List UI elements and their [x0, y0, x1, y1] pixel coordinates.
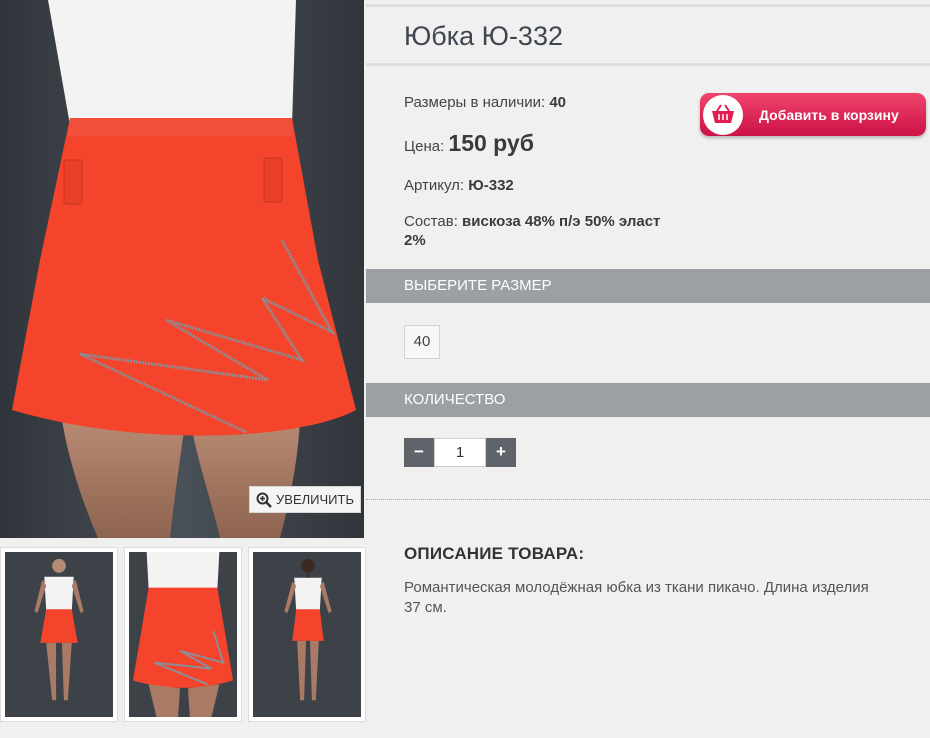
description-heading: ОПИСАНИЕ ТОВАРА: [404, 544, 585, 563]
basket-icon [703, 94, 743, 135]
quantity-input[interactable] [434, 438, 486, 467]
add-to-cart-button[interactable]: Добавить в корзину [700, 93, 926, 136]
thumbnail-front-full[interactable] [0, 547, 118, 722]
product-title-bar: Юбка Ю-332 [366, 4, 930, 66]
article-label: Артикул: [404, 177, 465, 194]
zoom-button[interactable]: УВЕЛИЧИТЬ [249, 486, 361, 513]
thumbnail-skirt-closeup[interactable] [124, 547, 242, 722]
sizes-available-value: 40 [549, 94, 566, 111]
thumbnail-image [129, 552, 237, 717]
zoom-in-icon [256, 492, 272, 508]
composition-label: Состав: [404, 213, 458, 230]
main-product-image[interactable]: УВЕЛИЧИТЬ [0, 0, 364, 538]
article-value: Ю-332 [468, 177, 514, 194]
composition-value-line1: вискоза 48% п/э 50% эласт [462, 213, 661, 230]
size-option-40[interactable]: 40 [404, 325, 440, 359]
composition: Состав: вискоза 48% п/э 50% эласт 2% [404, 212, 704, 250]
skirt-photo [0, 0, 364, 538]
divider [366, 499, 930, 500]
thumbnail-image [5, 552, 113, 717]
product-title: Юбка Ю-332 [404, 21, 563, 51]
composition-value-line2: 2% [404, 232, 426, 249]
zoom-label: УВЕЛИЧИТЬ [276, 492, 354, 507]
add-to-cart-label: Добавить в корзину [759, 106, 899, 123]
thumbnail-image [253, 552, 361, 717]
quantity-minus-button[interactable]: − [404, 438, 434, 467]
sizes-available-label: Размеры в наличии: [404, 94, 546, 111]
quantity-plus-button[interactable]: + [486, 438, 516, 467]
price-label: Цена: [404, 138, 445, 155]
price-value: 150 руб [448, 130, 534, 156]
article: Артикул: Ю-332 [404, 177, 514, 194]
quantity-stepper: − + [404, 438, 516, 467]
size-section-heading: ВЫБЕРИТЕ РАЗМЕР [366, 269, 930, 303]
description-text: Романтическая молодёжная юбка из ткани п… [404, 579, 869, 616]
thumbnail-strip [0, 547, 366, 722]
price: Цена: 150 руб [404, 130, 534, 157]
sizes-available: Размеры в наличии: 40 [404, 94, 566, 111]
thumbnail-back-full[interactable] [248, 547, 366, 722]
quantity-section-heading: КОЛИЧЕСТВО [366, 383, 930, 417]
